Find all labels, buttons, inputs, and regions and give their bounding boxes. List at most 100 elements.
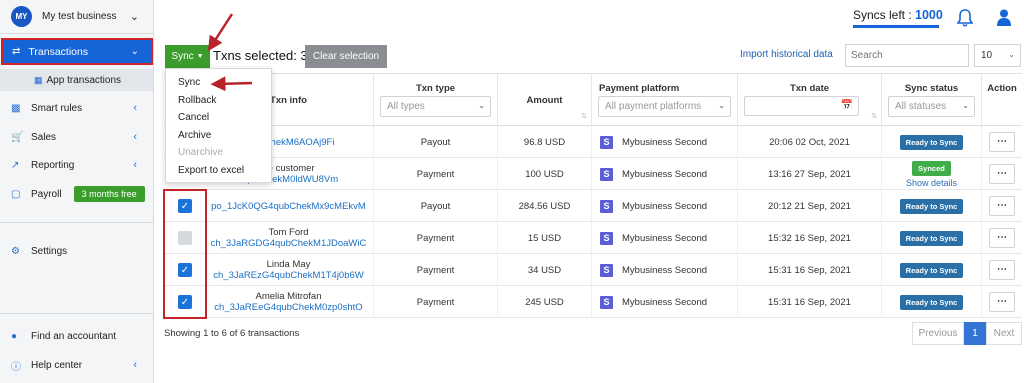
sidebar-subitem-app-transactions[interactable]: ▦ App transactions — [0, 69, 153, 91]
menu-item-unarchive: Unarchive — [178, 147, 224, 159]
amount-cell: 284.56 USD — [498, 190, 592, 222]
table-row[interactable]: ✓ po_1JcK0QG4qubChekMx9cMEkvM Payout 284.56… — [164, 190, 1022, 222]
status-cell: Ready to Sync — [882, 126, 982, 158]
customer-name: Linda May — [266, 259, 311, 270]
clear-selection-button[interactable]: Clear selection — [305, 45, 387, 68]
table-row[interactable]: pe customer 4qubChekM0ldWU8Vm Payment 100 U… — [164, 158, 1022, 190]
txn-id-link[interactable]: ch_3JaRGDG4qubChekM1JDoaWiC — [211, 238, 367, 249]
status-badge: Ready to Sync — [899, 198, 964, 214]
sidebar-item-help-center[interactable]: ⓘ Help center ‹ — [0, 354, 153, 376]
user-icon[interactable] — [997, 9, 1011, 26]
status-cell: Ready to Sync — [882, 254, 982, 286]
txn-id-link[interactable]: po_1JcK0QG4qubChekMx9cMEkvM — [211, 201, 366, 212]
amount-cell: 245 USD — [498, 286, 592, 318]
date-cell: 15:31 16 Sep, 2021 — [738, 254, 882, 286]
chevron-down-icon[interactable]: ⌄ — [131, 46, 139, 57]
status-cell: Ready to Sync — [882, 222, 982, 254]
txn-id-link[interactable]: ch_3JaREzG4qubChekM1T4j0b6W — [213, 270, 364, 281]
menu-item-rollback[interactable]: Rollback — [166, 92, 271, 110]
sidebar-item-payroll[interactable]: ▢ Payroll 3 months free — [0, 183, 153, 205]
menu-item-export-excel[interactable]: Export to excel — [166, 162, 271, 180]
menu-item-sync[interactable]: Sync — [166, 74, 271, 92]
txn-id-link[interactable]: ch_3JaREeG4qubChekM0zp0shtO — [214, 302, 362, 313]
show-details-link[interactable]: Show details — [906, 178, 957, 188]
chevron-down-icon: ⌄ — [1008, 50, 1015, 59]
selected-count: Txns selected: 3 — [213, 48, 308, 63]
bell-icon[interactable] — [957, 9, 973, 27]
previous-page-button[interactable]: Previous — [912, 322, 964, 345]
syncs-left-counter: Syncs left : 1000 — [853, 8, 943, 22]
status-badge: Ready to Sync — [899, 134, 964, 150]
sort-icon: ⇅ — [871, 113, 877, 120]
table-row[interactable]: ✓ Amelia Mitrofan ch_3JaREeG4qubChekM0zp0s… — [164, 286, 1022, 318]
sidebar-item-settings[interactable]: ⚙ Settings — [0, 240, 153, 262]
more-actions-button[interactable]: ⋯ — [989, 260, 1015, 280]
search-input[interactable] — [845, 44, 969, 67]
more-actions-button[interactable]: ⋯ — [989, 196, 1015, 216]
page-size-select[interactable]: 10 ⌄ — [974, 44, 1021, 67]
platform-filter[interactable]: All payment platforms ⌄ — [598, 96, 731, 117]
more-actions-button[interactable]: ⋯ — [989, 292, 1015, 312]
txn-info-cell: Linda May ch_3JaREzG4qubChekM1T4j0b6W — [204, 254, 374, 286]
date-cell: 15:31 16 Sep, 2021 — [738, 286, 882, 318]
col-txn-type: Txn type All types ⌄ — [374, 74, 498, 126]
amount-cell: 100 USD — [498, 158, 592, 190]
amount-cell: 34 USD — [498, 254, 592, 286]
menu-item-cancel[interactable]: Cancel — [166, 109, 271, 127]
calendar-icon[interactable]: 📅 — [841, 100, 853, 111]
business-switcher[interactable]: MY My test business ⌄ — [0, 0, 153, 33]
sidebar-item-label: Payroll — [31, 188, 62, 200]
chevron-left-icon: ‹ — [133, 102, 137, 114]
platform-name: Mybusiness Second — [622, 168, 708, 180]
platform-name: Mybusiness Second — [622, 200, 708, 212]
sidebar-item-label: Sales — [31, 131, 57, 143]
action-cell: ⋯ — [982, 158, 1022, 190]
status-badge: Ready to Sync — [899, 294, 964, 310]
syncs-underline — [853, 25, 939, 28]
table-row[interactable]: ✓ Linda May ch_3JaREzG4qubChekM1T4j0b6W Pay… — [164, 254, 1022, 286]
sidebar-item-sales[interactable]: 🛒 Sales ‹ — [0, 126, 153, 148]
platform-name: Mybusiness Second — [622, 264, 708, 276]
sync-dropdown-menu: Sync Rollback Cancel Archive Unarchive E… — [165, 68, 272, 183]
chevron-down-icon[interactable]: ⌄ — [130, 10, 139, 23]
more-actions-button[interactable]: ⋯ — [989, 132, 1015, 152]
promo-badge: 3 months free — [73, 186, 145, 202]
table-header: Txn info Txn type All types ⌄ Amount ⇅ Pa… — [164, 74, 1022, 126]
next-page-button[interactable]: Next — [986, 322, 1022, 345]
sidebar-item-transactions[interactable]: ⇄ Transactions ⌄ — [1, 38, 153, 65]
more-actions-button[interactable]: ⋯ — [989, 164, 1015, 184]
txn-info-cell: Tom Ford ch_3JaRGDG4qubChekM1JDoaWiC — [204, 222, 374, 254]
sidebar-item-smart-rules[interactable]: ▩ Smart rules ‹ — [0, 97, 153, 119]
col-label: Action — [987, 83, 1017, 94]
sync-dropdown-button[interactable]: Sync ▼ — [165, 45, 210, 68]
filter-value: All payment platforms — [605, 101, 702, 112]
table-row[interactable]: 4qubChekM6AOAj9Fi Payout 96.8 USD S Mybusine… — [164, 126, 1022, 158]
txn-type-cell: Payment — [374, 222, 498, 254]
page-size-value: 10 — [981, 50, 993, 61]
sidebar-item-find-accountant[interactable]: ● Find an accountant — [0, 325, 153, 347]
chevron-down-icon: ⌄ — [718, 101, 725, 110]
sidebar-item-reporting[interactable]: ↗ Reporting ‹ — [0, 154, 153, 176]
col-sync-status: Sync status All statuses ⌄ — [882, 74, 982, 126]
status-filter[interactable]: All statuses ⌄ — [888, 96, 975, 117]
col-label: Sync status — [904, 83, 959, 94]
chevron-down-icon: ⌄ — [478, 101, 485, 110]
stripe-icon: S — [600, 295, 613, 309]
transactions-table: Txn info Txn type All types ⌄ Amount ⇅ Pa… — [164, 73, 1022, 318]
action-cell: ⋯ — [982, 286, 1022, 318]
platform-name: Mybusiness Second — [622, 232, 708, 244]
platform-cell: S Mybusiness Second — [592, 286, 738, 318]
status-badge: Ready to Sync — [899, 262, 964, 278]
sync-button-label: Sync — [171, 51, 194, 62]
stripe-icon: S — [600, 135, 613, 149]
caret-down-icon: ▼ — [196, 53, 204, 60]
more-actions-button[interactable]: ⋯ — [989, 228, 1015, 248]
page-1-button[interactable]: 1 — [964, 322, 986, 345]
col-amount[interactable]: Amount ⇅ — [498, 74, 592, 126]
date-filter[interactable]: 📅 — [744, 96, 859, 116]
table-row[interactable]: Tom Ford ch_3JaRGDG4qubChekM1JDoaWiC Payme… — [164, 222, 1022, 254]
txn-type-filter[interactable]: All types ⌄ — [380, 96, 491, 117]
menu-item-archive[interactable]: Archive — [166, 127, 271, 145]
person-icon: ● — [11, 330, 18, 342]
import-historical-link[interactable]: Import historical data — [740, 49, 833, 60]
